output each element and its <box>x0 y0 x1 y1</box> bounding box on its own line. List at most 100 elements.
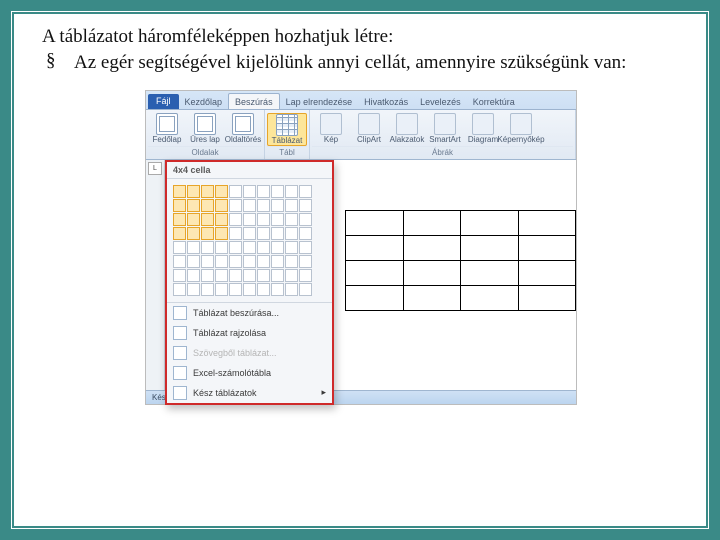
grid-cell[interactable] <box>173 185 186 198</box>
grid-cell[interactable] <box>215 185 228 198</box>
grid-cell[interactable] <box>285 199 298 212</box>
grid-cell[interactable] <box>229 269 242 282</box>
grid-cell[interactable] <box>257 213 270 226</box>
grid-cell[interactable] <box>201 241 214 254</box>
grid-cell[interactable] <box>257 255 270 268</box>
grid-cell[interactable] <box>285 283 298 296</box>
btn-coverpage[interactable]: Fedőlap <box>148 113 186 144</box>
grid-cell[interactable] <box>285 185 298 198</box>
grid-cell[interactable] <box>257 199 270 212</box>
grid-cell[interactable] <box>299 185 312 198</box>
tab-references[interactable]: Hivatkozás <box>358 94 414 109</box>
tab-home[interactable]: Kezdőlap <box>179 94 229 109</box>
grid-cell[interactable] <box>215 255 228 268</box>
grid-cell[interactable] <box>299 227 312 240</box>
grid-cell[interactable] <box>229 199 242 212</box>
grid-cell[interactable] <box>271 199 284 212</box>
grid-cell[interactable] <box>229 283 242 296</box>
grid-cell[interactable] <box>299 199 312 212</box>
grid-cell[interactable] <box>173 199 186 212</box>
grid-cell[interactable] <box>229 227 242 240</box>
grid-cell[interactable] <box>229 255 242 268</box>
grid-cell[interactable] <box>243 213 256 226</box>
tab-file[interactable]: Fájl <box>148 94 179 109</box>
grid-cell[interactable] <box>243 227 256 240</box>
menu-excel-spreadsheet[interactable]: Excel-számolótábla <box>167 363 332 383</box>
grid-cell[interactable] <box>201 255 214 268</box>
grid-cell[interactable] <box>215 213 228 226</box>
grid-cell[interactable] <box>299 241 312 254</box>
grid-cell[interactable] <box>271 213 284 226</box>
grid-cell[interactable] <box>299 255 312 268</box>
btn-chart[interactable]: Diagram <box>464 113 502 144</box>
grid-cell[interactable] <box>201 227 214 240</box>
grid-cell[interactable] <box>215 283 228 296</box>
menu-quick-tables[interactable]: Kész táblázatok▸ <box>167 383 332 403</box>
btn-shapes[interactable]: Alakzatok <box>388 113 426 144</box>
grid-cell[interactable] <box>229 185 242 198</box>
btn-blankpage[interactable]: Üres lap <box>186 113 224 144</box>
grid-cell[interactable] <box>243 241 256 254</box>
grid-cell[interactable] <box>257 227 270 240</box>
btn-table[interactable]: Táblázat <box>267 113 307 146</box>
btn-smartart[interactable]: SmartArt <box>426 113 464 144</box>
grid-cell[interactable] <box>257 185 270 198</box>
btn-screenshot[interactable]: Képernyőkép <box>502 113 540 144</box>
grid-cell[interactable] <box>271 185 284 198</box>
grid-cell[interactable] <box>243 269 256 282</box>
btn-clipart[interactable]: ClipArt <box>350 113 388 144</box>
tab-review[interactable]: Korrektúra <box>467 94 521 109</box>
grid-cell[interactable] <box>187 255 200 268</box>
grid-cell[interactable] <box>187 227 200 240</box>
grid-cell[interactable] <box>201 269 214 282</box>
grid-cell[interactable] <box>201 213 214 226</box>
grid-cell[interactable] <box>201 199 214 212</box>
grid-cell[interactable] <box>187 269 200 282</box>
grid-cell[interactable] <box>257 241 270 254</box>
grid-cell[interactable] <box>173 227 186 240</box>
btn-picture[interactable]: Kép <box>312 113 350 144</box>
grid-cell[interactable] <box>173 269 186 282</box>
grid-cell[interactable] <box>285 241 298 254</box>
grid-size-picker[interactable] <box>167 179 332 302</box>
grid-cell[interactable] <box>173 283 186 296</box>
tab-pagelayout[interactable]: Lap elrendezése <box>280 94 359 109</box>
grid-cell[interactable] <box>187 241 200 254</box>
grid-cell[interactable] <box>257 283 270 296</box>
grid-cell[interactable] <box>299 269 312 282</box>
grid-cell[interactable] <box>257 269 270 282</box>
grid-cell[interactable] <box>229 213 242 226</box>
tab-mailings[interactable]: Levelezés <box>414 94 467 109</box>
tab-insert[interactable]: Beszúrás <box>228 93 280 109</box>
grid-cell[interactable] <box>243 199 256 212</box>
grid-cell[interactable] <box>243 283 256 296</box>
grid-cell[interactable] <box>271 241 284 254</box>
grid-cell[interactable] <box>243 185 256 198</box>
grid-cell[interactable] <box>285 213 298 226</box>
btn-pagebreak[interactable]: Oldaltörés <box>224 113 262 144</box>
grid-cell[interactable] <box>271 269 284 282</box>
menu-insert-table[interactable]: Táblázat beszúrása... <box>167 303 332 323</box>
grid-cell[interactable] <box>187 185 200 198</box>
grid-cell[interactable] <box>299 283 312 296</box>
grid-cell[interactable] <box>187 199 200 212</box>
grid-cell[interactable] <box>271 283 284 296</box>
grid-cell[interactable] <box>201 185 214 198</box>
grid-cell[interactable] <box>285 227 298 240</box>
grid-cell[interactable] <box>187 213 200 226</box>
menu-draw-table[interactable]: Táblázat rajzolása <box>167 323 332 343</box>
grid-cell[interactable] <box>201 283 214 296</box>
grid-cell[interactable] <box>215 227 228 240</box>
grid-cell[interactable] <box>229 241 242 254</box>
grid-cell[interactable] <box>271 227 284 240</box>
grid-cell[interactable] <box>173 241 186 254</box>
grid-cell[interactable] <box>215 199 228 212</box>
grid-cell[interactable] <box>299 213 312 226</box>
grid-cell[interactable] <box>285 255 298 268</box>
grid-cell[interactable] <box>271 255 284 268</box>
grid-cell[interactable] <box>187 283 200 296</box>
grid-cell[interactable] <box>215 269 228 282</box>
grid-cell[interactable] <box>215 241 228 254</box>
grid-cell[interactable] <box>243 255 256 268</box>
grid-cell[interactable] <box>285 269 298 282</box>
